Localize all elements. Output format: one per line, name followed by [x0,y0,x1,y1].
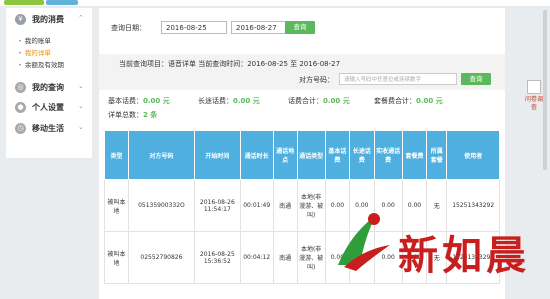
cell-location: 南通 [272,231,298,284]
summary-count: 详单总数：2 条 [108,110,157,120]
sidebar-group-query[interactable]: ◎ 我的查询 ⌄ [6,82,92,96]
column-header: 基本话费 [324,130,351,180]
search-icon: ◎ [15,82,26,93]
cell-start-time: 2016-08-26 11:54:17 [193,179,241,232]
summary-basic-label: 基本话费： [108,97,143,105]
page-scrollbar[interactable] [543,10,547,170]
sidebar-group-life[interactable]: ◷ 移动生活 ⌄ [6,123,92,137]
cell-duration: 00:01:49 [239,179,274,232]
chevron-up-icon: ⌃ [78,14,84,22]
date-label: 查询日期： [111,24,146,32]
sidebar-item-bill[interactable]: • 我的账单 [18,35,51,45]
summary-package: 套餐费合计：0.00 元 [374,96,443,106]
column-header: 通话类型 [296,130,326,180]
summary-total: 话费合计：0.00 元 [288,96,350,106]
bullet-icon: • [18,37,22,45]
summary-long-value: 0.00 元 [233,97,260,105]
summary-total-value: 0.00 元 [323,97,350,105]
sidebar-item-label: 我的详单 [24,49,51,57]
column-header: 套餐费 [401,130,428,180]
user-icon: ● [15,102,26,113]
cell-location: 南通 [272,179,298,232]
survey-label: 问卷调查 [524,96,543,111]
summary-long: 长途话费：0.00 元 [198,96,260,106]
column-header: 所属套餐 [426,130,448,180]
sidebar-group-consumption[interactable]: ¥ 我的消费 ⌃ [6,14,92,28]
column-header: 通话地点 [272,130,298,180]
cell-duration: 00:04:12 [239,231,274,284]
watermark-emblem-icon [338,213,390,271]
query-info-bar: 当前查询项目：语音详单 当前查询时间：2016-08-25 至 2016-08-… [99,54,505,90]
sidebar-group-settings[interactable]: ● 个人设置 ⌄ [6,102,92,116]
peer-number-label: 对方号码： [299,76,334,84]
column-header: 开始时间 [193,130,241,180]
sidebar-item-label: 我的账单 [24,37,51,45]
watermark-logo: 新如晨 [330,205,550,285]
column-header: 实收通话费 [373,130,403,180]
column-header: 类型 [104,130,129,180]
sidebar-group-label: 移动生活 [32,124,64,133]
watermark-text: 新如晨 [398,232,530,279]
summary-package-label: 套餐费合计： [374,97,416,105]
summary-basic-value: 0.00 元 [143,97,170,105]
clock-icon: ◷ [15,123,26,134]
summary-total-label: 话费合计： [288,97,323,105]
top-logo-strip [0,0,550,6]
chevron-down-icon: ⌄ [78,102,84,110]
bullet-icon: • [18,61,22,69]
sidebar-group-label: 我的消费 [32,15,64,24]
sidebar-group-label: 我的查询 [32,83,64,92]
cell-call-type: 本地(非漫游、被叫) [296,179,326,232]
column-header: 长途话费 [349,130,375,180]
cell-type: 被叫本地 [104,231,129,284]
query-info-text: 当前查询项目：语音详单 当前查询时间：2016-08-25 至 2016-08-… [119,60,341,68]
chevron-down-icon: ⌄ [78,123,84,131]
peer-number-input[interactable]: 请输入号码中任意位或连续数字 [339,73,457,85]
bullet-icon: • [18,49,22,57]
brand-logo [4,0,44,5]
cell-start-time: 2016-08-25 15:36:52 [193,231,241,284]
summary-basic: 基本话费：0.00 元 [108,96,170,106]
column-header: 对方号码 [127,130,195,180]
sidebar-item-balance[interactable]: • 余额及有效期 [18,59,64,69]
survey-widget[interactable]: 问卷调查 [524,80,544,112]
cell-type: 被叫本地 [104,179,129,232]
query-button[interactable]: 查询 [285,21,315,34]
summary-long-label: 长途话费： [198,97,233,105]
sidebar: ¥ 我的消费 ⌃ • 我的账单 • 我的详单 • 余额及有效期 ◎ 我的查询 ⌄ ● … [6,8,92,158]
summary-count-label: 详单总数： [108,111,143,119]
table-header-row: 类型 对方号码 开始时间 通话时长 通话地点 通话类型 基本话费 长途话费 实收… [104,130,500,180]
sidebar-item-label: 余额及有效期 [24,61,64,69]
summary-count-value: 2 条 [143,111,158,119]
peer-search-button[interactable]: 查询 [461,73,491,85]
chevron-down-icon: ⌄ [78,82,84,90]
column-header: 通话时长 [239,130,274,180]
cell-call-type: 本地(非漫游、被叫) [296,231,326,284]
summary-package-value: 0.00 元 [416,97,443,105]
cell-peer-number: 02552790826 [127,231,195,284]
start-date-input[interactable]: 2016-08-25 [161,21,227,34]
sidebar-item-detail[interactable]: • 我的详单 [18,47,51,57]
document-icon [527,80,541,94]
column-header: 使用者 [446,130,500,180]
yen-icon: ¥ [15,14,26,25]
sidebar-group-label: 个人设置 [32,103,64,112]
cell-peer-number: 05135900332O [127,179,195,232]
brand-logo-secondary [46,0,78,5]
